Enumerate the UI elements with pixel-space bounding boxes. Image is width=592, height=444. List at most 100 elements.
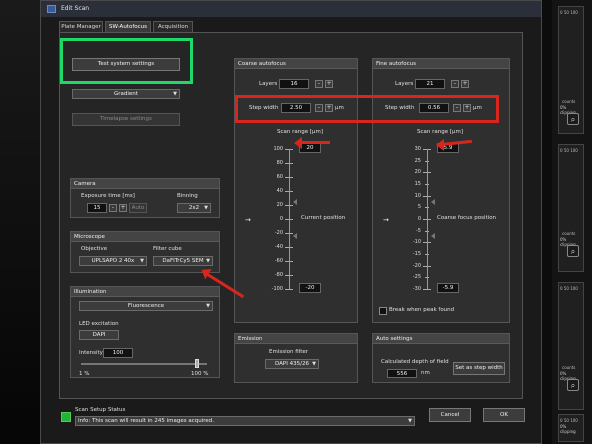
coarse-tick: [285, 289, 293, 290]
coarse-tick-label: 60: [276, 174, 283, 180]
histogram-axis: 0 50 100: [560, 10, 578, 15]
coarse-range-marker[interactable]: [293, 199, 297, 206]
emission-filter-select[interactable]: DAPI 435/26 ▼: [265, 359, 319, 369]
coarse-tick-label: -40: [274, 244, 283, 250]
fine-layers-decrement[interactable]: -: [451, 80, 459, 88]
fine-range-bottom-input[interactable]: -5.9: [437, 283, 459, 293]
red-highlight-box: [235, 95, 499, 123]
coarse-scale-axis: [289, 149, 290, 289]
chevron-down-icon: ▼: [206, 303, 210, 309]
coarse-layers-input[interactable]: 16: [279, 79, 309, 89]
chevron-down-icon: ▼: [408, 418, 412, 424]
status-message-select[interactable]: Info: This scan will result in 245 image…: [75, 416, 415, 426]
red-arrow-coarse-shaft: [300, 141, 330, 144]
fine-tick-label: -15: [412, 251, 421, 257]
illumination-panel: Illumination Fluorescence ▼ LED excitatio…: [70, 286, 220, 378]
coarse-tick-label: -20: [274, 230, 283, 236]
fine-tick-label: -20: [412, 262, 421, 269]
auto-exposure-button[interactable]: Auto: [129, 203, 147, 213]
break-when-peak-checkbox[interactable]: [379, 307, 387, 315]
illumination-mode-select[interactable]: Fluorescence ▼: [79, 301, 213, 311]
intensity-slider-thumb[interactable]: [194, 359, 199, 368]
magnifier-icon[interactable]: ⌕: [567, 113, 579, 125]
binning-select[interactable]: 2x2 ▼: [177, 203, 211, 213]
clipping-label: 0% clipping: [560, 424, 576, 434]
coarse-range-top-input[interactable]: 20: [299, 143, 321, 153]
emission-panel: Emission Emission filter DAPI 435/26 ▼: [234, 333, 358, 383]
binning-label: Binning: [177, 193, 198, 199]
led-excitation-select[interactable]: DAPI: [79, 330, 119, 340]
status-title: Scan Setup Status: [75, 407, 126, 413]
intensity-slider-track[interactable]: [81, 363, 207, 365]
cancel-button[interactable]: Cancel: [429, 408, 471, 422]
fine-layers-label: Layers: [395, 81, 414, 87]
timelapse-settings-button[interactable]: Timelapse settings: [72, 113, 180, 126]
fine-tick-label: 10: [414, 192, 421, 199]
fine-layers-input[interactable]: 21: [415, 79, 445, 89]
histogram-axis: 0 50 100: [560, 286, 578, 291]
status-ok-indicator: [61, 412, 71, 422]
coarse-tick-label: 80: [276, 160, 283, 166]
histogram-tile-1: 0 50 100 counts 0% clipping ⌕: [558, 6, 584, 134]
fine-tick-label: 15: [414, 181, 421, 187]
app-icon: [47, 5, 56, 13]
fine-tick-label: -10: [412, 239, 421, 246]
chevron-down-icon: ▼: [204, 205, 208, 211]
fine-layers-increment[interactable]: +: [461, 80, 469, 88]
intensity-input[interactable]: 100: [103, 348, 133, 358]
coarse-tick-label: 0: [279, 216, 283, 222]
chevron-down-icon: ▼: [312, 361, 316, 367]
coarse-tick-label: -60: [274, 258, 283, 264]
coarse-range-bottom-input[interactable]: -20: [299, 283, 321, 293]
magnifier-icon[interactable]: ⌕: [567, 245, 579, 257]
exposure-decrement[interactable]: -: [109, 204, 117, 212]
objective-select[interactable]: UPLSAPO 2 40x ▼: [79, 256, 147, 266]
illumination-header: Illumination: [71, 287, 219, 297]
led-excitation-label: LED excitation: [79, 321, 119, 327]
red-arrow-fine-head: [436, 139, 444, 151]
filter-cube-label: Filter cube: [153, 246, 182, 252]
exposure-input[interactable]: 15: [87, 203, 107, 213]
coarse-range-label: Scan range [µm]: [277, 129, 324, 135]
window-title: Edit Scan: [61, 5, 90, 12]
right-tool-column: 0 50 100 counts 0% clipping ⌕ 0 50 100 c…: [552, 0, 592, 444]
coarse-range-marker[interactable]: [293, 232, 297, 239]
desktop-background: [0, 0, 40, 444]
camera-header: Camera: [71, 179, 219, 189]
histogram-tile-4: 0 50 100 0% clipping: [558, 414, 584, 442]
chevron-down-icon: ▼: [140, 258, 144, 264]
counts-label: counts: [562, 99, 576, 104]
magnifier-icon[interactable]: ⌕: [567, 379, 579, 391]
coarse-layers-label: Layers: [259, 81, 278, 87]
counts-label: counts: [562, 231, 576, 236]
coarse-focus-arrow-icon: →: [383, 216, 389, 224]
coarse-tick-label: -80: [274, 272, 283, 278]
tab-content: Test system settings Gradient ▼ Timelapse…: [59, 32, 523, 399]
chevron-down-icon: ▼: [206, 258, 210, 264]
set-as-step-width-button[interactable]: Set as step width: [453, 362, 505, 375]
fine-autofocus-header: Fine autofocus: [373, 59, 509, 69]
coarse-tick-label: -100: [271, 286, 283, 292]
fine-range-marker[interactable]: [431, 199, 435, 206]
ok-button[interactable]: OK: [483, 408, 525, 422]
title-bar: Edit Scan: [41, 1, 541, 17]
autofocus-method-select[interactable]: Gradient ▼: [72, 89, 180, 99]
depth-of-field-unit: nm: [421, 370, 430, 376]
emission-filter-label: Emission filter: [269, 349, 309, 355]
coarse-layers-decrement[interactable]: -: [315, 80, 323, 88]
fine-tick-label: 25: [414, 157, 421, 164]
red-arrow-coarse-head: [294, 137, 302, 149]
coarse-layers-increment[interactable]: +: [325, 80, 333, 88]
fine-range-label: Scan range [µm]: [417, 129, 464, 135]
fine-range-marker[interactable]: [431, 232, 435, 239]
fine-tick-label: 20: [414, 169, 421, 176]
fine-scale-axis: [427, 149, 428, 289]
camera-panel: Camera Exposure time [ms] 15 - + Auto Bi…: [70, 178, 220, 218]
fine-tick-label: 5: [417, 204, 421, 211]
current-position-arrow-icon: →: [245, 216, 251, 224]
exposure-increment[interactable]: +: [119, 204, 127, 212]
exposure-label: Exposure time [ms]: [81, 193, 135, 199]
edit-scan-window: Edit Scan Plate Manager SW-Autofocus Acq…: [40, 0, 542, 444]
histogram-axis: 0 50 100: [560, 148, 578, 153]
intensity-label: Intensity: [79, 350, 103, 356]
